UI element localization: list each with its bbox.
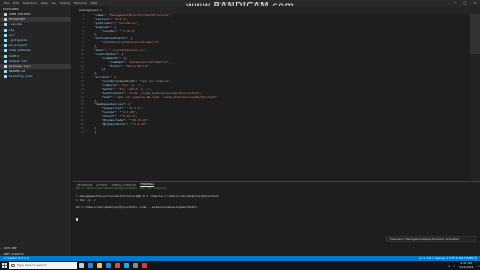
windows-logo-icon [2,263,7,268]
network-icon[interactable]: ⌂ [448,264,450,268]
file-icon [4,39,7,43]
minimap[interactable] [470,14,480,180]
folder-icon [4,18,7,22]
app-glyph [124,263,129,268]
search-icon [11,263,15,267]
volume-icon[interactable]: ♪ [453,264,455,268]
app-glyph [106,263,111,268]
notification-toast[interactable]: Extension 'ManagementObjectContent' acti… [386,236,476,242]
app-glyph [133,263,138,268]
explorer-icon[interactable] [95,261,104,270]
explorer-sidebar: EXPLORER ▸ OPEN EDITORS ▾ MYCONTENT ▸ .vscode… [0,6,72,262]
search-placeholder: Type here to search [17,263,47,267]
app-glyph [142,263,147,268]
code-line[interactable]: } [87,130,467,135]
taskbar-apps [77,261,149,270]
folder-icon [4,33,7,37]
code-content[interactable]: "name": "ManagementObjectContentStructur… [87,14,467,135]
task-view-icon[interactable] [77,261,86,270]
file-icon [4,64,7,68]
terminal-prompt[interactable] [76,218,480,222]
code-editor[interactable]: 1 2 3 4 5 6 7 8 9 10 11 12 13 14 15 16 17 18 19 20 21 22 23 24 2… [73,14,480,180]
app-glyph [97,263,102,268]
tree-item-label: tsconfig.json [9,74,33,79]
chrome-icon[interactable] [113,261,122,270]
file-tree: ▸ OPEN EDITORS ▾ MYCONTENT ▸ .vscode ▸ obj ▸ src.… [0,12,71,79]
terminal-icon[interactable] [131,261,140,270]
vscode-icon[interactable] [122,261,131,270]
app-glyph [115,263,120,268]
folder-icon [4,54,7,58]
taskbar-clock[interactable]: 9:41 AM 3/12/2019 [459,261,474,269]
edge-icon[interactable] [86,261,95,270]
app-glyph [79,263,84,268]
editor-tabs: package.json × [73,6,480,14]
taskbar-search-input[interactable]: Type here to search [9,262,77,269]
file-icon [4,59,7,63]
store-icon[interactable] [104,261,113,270]
terminal-panel[interactable]: PS C:\Users\dev\Desktop\MyContent> npm r… [73,186,480,237]
app-glyph [88,263,93,268]
bandicam-icon[interactable] [140,261,149,270]
start-button[interactable] [0,261,9,270]
line-number: 31 [80,129,84,134]
tab-package-json[interactable]: package.json × [73,6,110,14]
folder-icon [4,23,7,27]
clock-date: 3/12/2019 [459,264,474,269]
system-tray: ⌂ ♪ 9:41 AM 3/12/2019 ▭ [448,261,480,269]
line-number-gutter: 1 2 3 4 5 6 7 8 9 10 11 12 13 14 15 16 17 18 19 20 21 22 23 24 2… [73,14,85,180]
windows-taskbar: Type here to search ⌂ ♪ 9:41 AM 3/12/201… [0,261,480,270]
text-cursor [76,218,78,222]
folder-icon [4,28,7,32]
folder-icon [4,13,7,17]
file-icon [4,70,7,74]
file-icon [4,75,7,79]
folder-icon [4,49,7,53]
minimap-slider[interactable] [470,14,480,54]
tree-item[interactable]: tsconfig.json [0,74,71,79]
folder-icon [4,44,7,48]
